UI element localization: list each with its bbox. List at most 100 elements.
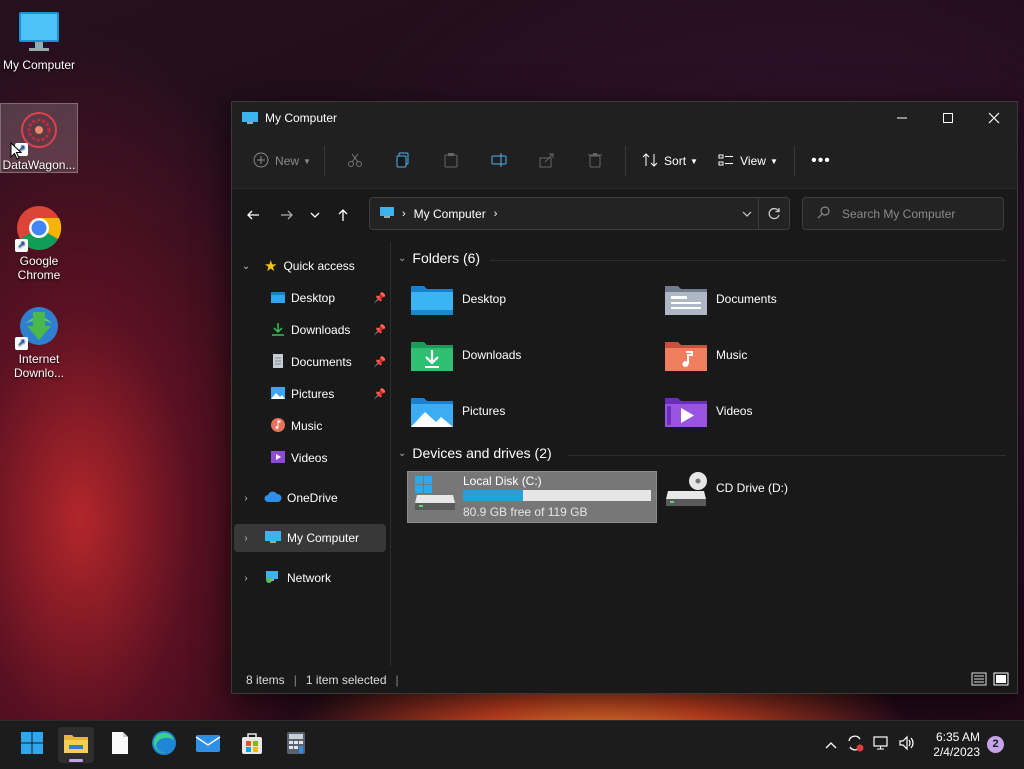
- sidebar-item-my-computer[interactable]: › My Computer: [234, 524, 386, 552]
- sidebar-item-label: Pictures: [291, 387, 335, 401]
- volume-icon[interactable]: [894, 735, 920, 756]
- taskbar-calculator[interactable]: [278, 727, 314, 763]
- sidebar-item-desktop[interactable]: Desktop 📌: [234, 284, 386, 312]
- drive-tile-local-disk[interactable]: Local Disk (C:) 80.9 GB free of 119 GB: [407, 471, 657, 523]
- sidebar-item-onedrive[interactable]: › OneDrive: [234, 484, 386, 512]
- chevron-down-icon: ▼: [690, 156, 698, 166]
- cloud-icon: [264, 491, 282, 506]
- drives-section-header[interactable]: ⌄ Devices and drives (2): [398, 445, 552, 461]
- forward-button[interactable]: [272, 200, 302, 230]
- sidebar-item-downloads[interactable]: Downloads 📌: [234, 316, 386, 344]
- back-button[interactable]: [238, 200, 268, 230]
- chevron-up-icon[interactable]: [820, 736, 842, 754]
- breadcrumb-my-computer[interactable]: My Computer: [414, 207, 486, 221]
- network-wired-icon[interactable]: [868, 735, 894, 756]
- sync-icon[interactable]: [842, 734, 868, 757]
- sidebar-item-music[interactable]: Music: [234, 412, 386, 440]
- folder-tile-pictures[interactable]: Pictures: [410, 394, 658, 444]
- chevron-right-icon: ›: [244, 492, 248, 504]
- recent-locations-button[interactable]: [302, 200, 328, 230]
- drive-tile-cd-drive[interactable]: CD Drive (D:): [664, 471, 912, 521]
- new-button[interactable]: New ▼: [246, 145, 318, 177]
- paste-button[interactable]: [427, 145, 475, 177]
- chevron-down-icon: ▼: [769, 156, 778, 166]
- share-button[interactable]: [523, 145, 571, 177]
- details-view-button[interactable]: [971, 672, 987, 689]
- delete-button[interactable]: [571, 145, 619, 177]
- shortcut-arrow-icon: ↗: [15, 239, 28, 252]
- address-bar[interactable]: › My Computer ›: [369, 197, 790, 230]
- clipboard-icon: [443, 152, 459, 171]
- view-button[interactable]: View ▼: [708, 145, 788, 177]
- cd-drive-icon: [664, 471, 708, 514]
- folders-section-header[interactable]: ⌄ Folders (6): [398, 250, 480, 266]
- folder-tile-downloads[interactable]: Downloads: [410, 338, 658, 388]
- sidebar-item-label: OneDrive: [287, 491, 338, 505]
- scissors-icon: [347, 152, 363, 171]
- toolbar-divider: [625, 146, 626, 176]
- sidebar-item-network[interactable]: › Network: [234, 564, 386, 592]
- folder-label: Pictures: [462, 404, 506, 418]
- desktop-icon-my-computer[interactable]: My Computer: [1, 8, 77, 72]
- start-button[interactable]: [14, 727, 50, 763]
- taskbar-notepad[interactable]: [102, 727, 138, 763]
- clock-time: 6:35 AM: [935, 730, 980, 744]
- sort-button[interactable]: Sort ▼: [632, 145, 708, 177]
- documents-folder-icon: [664, 282, 708, 319]
- blank-document-icon: [110, 731, 130, 760]
- toolbar-divider: [794, 146, 795, 176]
- maximize-button[interactable]: [925, 102, 971, 134]
- hard-drive-icon: [413, 475, 457, 516]
- rename-button[interactable]: [475, 145, 523, 177]
- chevron-right-icon: ›: [244, 532, 248, 544]
- taskbar-edge[interactable]: [146, 727, 182, 763]
- drive-usage-bar: [463, 490, 651, 501]
- sidebar-item-videos[interactable]: Videos: [234, 444, 386, 472]
- videos-icon: [270, 450, 286, 467]
- folder-label: Videos: [716, 404, 753, 418]
- refresh-button[interactable]: [758, 198, 789, 229]
- sort-icon: [642, 152, 658, 171]
- chevron-down-icon: ⌄: [398, 447, 407, 459]
- pin-icon[interactable]: 📌: [374, 293, 386, 304]
- clock[interactable]: 6:35 AM 2/4/2023: [924, 730, 980, 760]
- pin-icon[interactable]: 📌: [374, 325, 386, 336]
- taskbar-mail[interactable]: [190, 727, 226, 763]
- pin-icon[interactable]: 📌: [374, 357, 386, 368]
- search-input[interactable]: [840, 205, 994, 222]
- search-box[interactable]: [802, 197, 1004, 230]
- sidebar-item-documents[interactable]: Documents 📌: [234, 348, 386, 376]
- item-count: 8 items: [246, 673, 285, 687]
- folder-tile-videos[interactable]: Videos: [664, 394, 912, 444]
- sidebar-item-quick-access[interactable]: ⌄ ★ Quick access: [234, 252, 386, 280]
- desktop-icon-internet-download-manager[interactable]: ↗ Internet Downlo...: [1, 302, 77, 380]
- up-button[interactable]: [328, 200, 358, 230]
- sidebar-item-label: Downloads: [291, 323, 351, 337]
- search-icon: [817, 205, 830, 222]
- tiles-view-button[interactable]: [993, 672, 1009, 689]
- pin-icon[interactable]: 📌: [374, 389, 386, 400]
- taskbar-store[interactable]: [234, 727, 270, 763]
- folder-tile-music[interactable]: Music: [664, 338, 912, 388]
- chevron-down-icon: ⌄: [241, 260, 251, 272]
- toolbar-divider: [324, 146, 325, 176]
- minimize-button[interactable]: [879, 102, 925, 134]
- monitor-icon: [15, 8, 63, 56]
- cut-button[interactable]: [331, 145, 379, 177]
- folders-section-title: Folders (6): [412, 250, 481, 266]
- title-bar[interactable]: My Computer: [232, 102, 1017, 134]
- close-button[interactable]: [971, 102, 1017, 134]
- address-dropdown-button[interactable]: [736, 207, 758, 221]
- folder-tile-desktop[interactable]: Desktop: [410, 282, 658, 332]
- more-options-button[interactable]: •••: [801, 145, 841, 177]
- monitor-icon: [241, 111, 259, 125]
- drive-label: Local Disk (C:): [463, 474, 542, 488]
- windows-logo-icon: [20, 731, 44, 760]
- sidebar-item-pictures[interactable]: Pictures 📌: [234, 380, 386, 408]
- taskbar-file-explorer[interactable]: [58, 727, 94, 763]
- notification-badge[interactable]: 2: [987, 736, 1004, 753]
- copy-button[interactable]: [379, 145, 427, 177]
- desktop-icon-chrome[interactable]: ↗ Google Chrome: [1, 204, 77, 282]
- folder-tile-documents[interactable]: Documents: [664, 282, 912, 332]
- chevron-down-icon: ⌄: [398, 252, 407, 264]
